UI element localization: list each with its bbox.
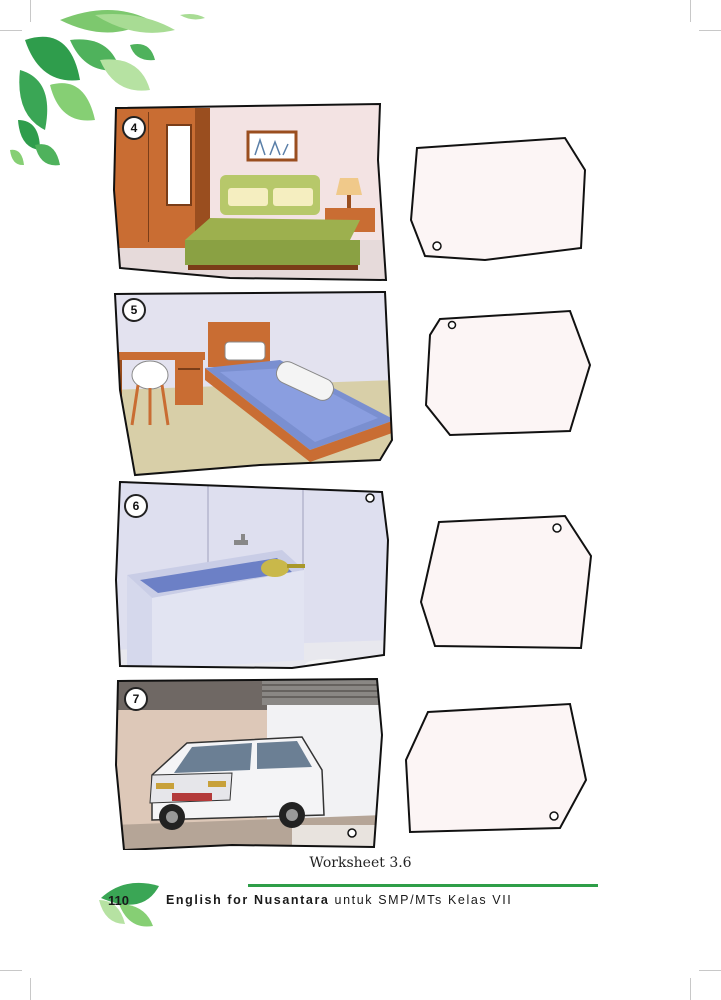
- scene-number: 7: [124, 687, 148, 711]
- answer-box-5[interactable]: [420, 305, 600, 445]
- answer-box-7[interactable]: [400, 700, 595, 840]
- worksheet-page: 4 5 6 7 Worksheet 3.6 110 English for Nu…: [0, 0, 721, 1000]
- crop-mark: [690, 978, 691, 1000]
- crop-mark: [0, 970, 22, 971]
- answer-box-6[interactable]: [415, 510, 600, 655]
- crop-mark: [690, 0, 691, 22]
- answer-box-4[interactable]: [405, 130, 595, 270]
- crop-mark: [699, 30, 721, 31]
- crop-mark: [30, 978, 31, 1000]
- book-title: English for Nusantara untuk SMP/MTs Kela…: [166, 893, 512, 907]
- scene-number: 5: [122, 298, 146, 322]
- scene-6-bathroom: 6: [112, 480, 392, 672]
- page-number: 110: [108, 893, 129, 908]
- scene-number: 4: [122, 116, 146, 140]
- book-title-rest: untuk SMP/MTs Kelas VII: [329, 893, 513, 907]
- scene-number: 6: [124, 494, 148, 518]
- scene-7-garage: 7: [112, 675, 384, 850]
- scene-4-bedroom: 4: [110, 100, 390, 285]
- crop-mark: [699, 970, 721, 971]
- book-title-bold: English for Nusantara: [166, 893, 330, 907]
- footer-leaf-icon: [99, 882, 159, 927]
- worksheet-caption: Worksheet 3.6: [309, 855, 412, 871]
- scene-5-bedroom: 5: [110, 290, 395, 480]
- footer-rule: [248, 884, 598, 887]
